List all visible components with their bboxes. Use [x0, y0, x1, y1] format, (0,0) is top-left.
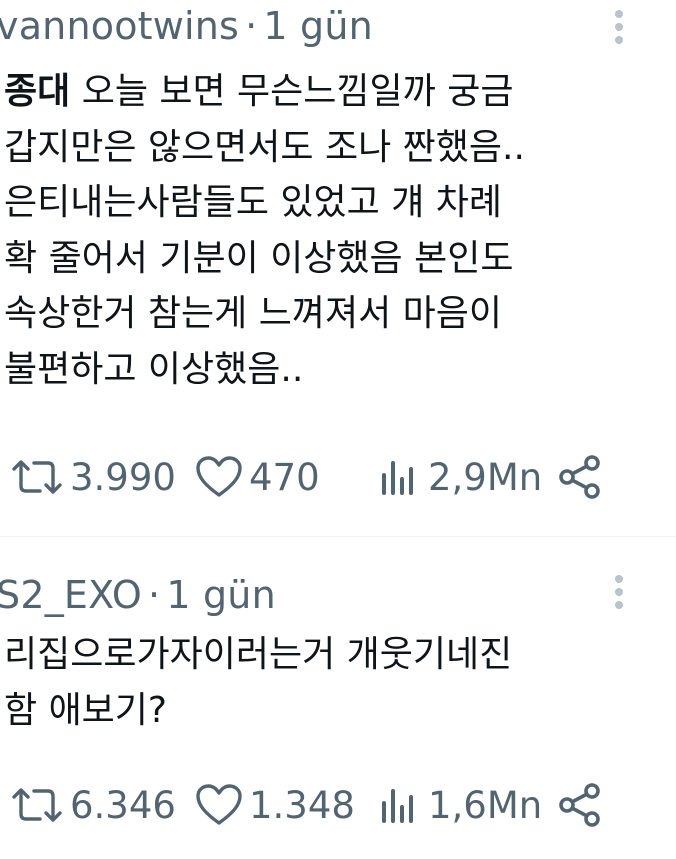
tweet-line: 리집으로가자이러는거 개웃기네진: [4, 634, 513, 675]
more-options-icon[interactable]: [612, 575, 626, 611]
like-count: 1.348: [249, 783, 355, 827]
share-icon: [559, 783, 600, 827]
retweet-count: 3.990: [70, 455, 176, 499]
share-icon: [559, 455, 600, 499]
views-count: 1,6Mn: [428, 783, 543, 827]
views-button[interactable]: 1,6Mn: [380, 777, 542, 833]
views-button[interactable]: 2,9Mn: [380, 449, 542, 505]
tweet-header: S2_EXO · 1 gün: [0, 573, 276, 617]
tweet-text: 리집으로가자이러는거 개웃기네진 함 애보기?: [4, 627, 664, 738]
bar-chart-icon: [382, 789, 413, 823]
tweet-text: 종대 오늘 보면 무슨느낌일까 궁금 갑지만은 않으면서도 조나 짠했음.. 은…: [4, 64, 664, 397]
timestamp[interactable]: 1 gün: [166, 573, 276, 617]
bar-chart-icon: [382, 461, 413, 495]
heart-icon: [196, 784, 242, 825]
username[interactable]: vannootwins: [0, 4, 239, 48]
tweet-line: 속상한거 참는게 느껴져서 마음이: [4, 293, 503, 334]
share-button[interactable]: [557, 777, 603, 833]
retweet-icon: [12, 460, 62, 494]
separator: ·: [148, 573, 161, 617]
tweet[interactable]: vannootwins · 1 gün 종대 오늘 보면 무슨느낌일까 궁금 갑지만…: [0, 0, 676, 536]
tweet-line: 은티내는사람들도 있었고 걔 차례: [4, 182, 503, 223]
like-count: 470: [249, 455, 320, 499]
retweet-count: 6.346: [70, 783, 176, 827]
retweet-button[interactable]: 3.990: [10, 449, 176, 505]
more-options-icon[interactable]: [612, 10, 626, 46]
tweet-line: 함 애보기?: [4, 689, 168, 731]
retweet-button[interactable]: 6.346: [10, 777, 176, 833]
tweet-line: 갑지만은 않으면서도 조나 짠했음..: [4, 126, 525, 168]
retweet-icon: [12, 788, 62, 822]
tweet-line: 종대 오늘 보면 무슨느낌일까 궁금: [4, 64, 664, 120]
heart-icon: [196, 456, 242, 497]
separator: ·: [245, 4, 258, 48]
tweet[interactable]: S2_EXO · 1 gün 리집으로가자이러는거 개웃기네진 함 애보기? 6.3…: [0, 537, 676, 859]
timestamp[interactable]: 1 gün: [263, 4, 373, 48]
like-button[interactable]: 1.348: [195, 777, 355, 833]
tweet-text-span: 오늘 보면 무슨느낌일까 궁금: [70, 71, 514, 112]
like-button[interactable]: 470: [195, 449, 320, 505]
username[interactable]: S2_EXO: [0, 573, 142, 617]
share-button[interactable]: [557, 449, 603, 505]
views-count: 2,9Mn: [428, 455, 543, 499]
tweet-line: 불편하고 이상했음..: [4, 348, 304, 390]
tweet-header: vannootwins · 1 gün: [0, 4, 373, 48]
tweet-text-bold: 종대: [4, 71, 71, 112]
tweet-actions: 3.990 470 2,9Mn: [0, 449, 676, 505]
tweet-line: 확 줄어서 기분이 이상했음 본인도: [4, 237, 514, 279]
tweet-actions: 6.346 1.348 1,6Mn: [0, 777, 676, 833]
